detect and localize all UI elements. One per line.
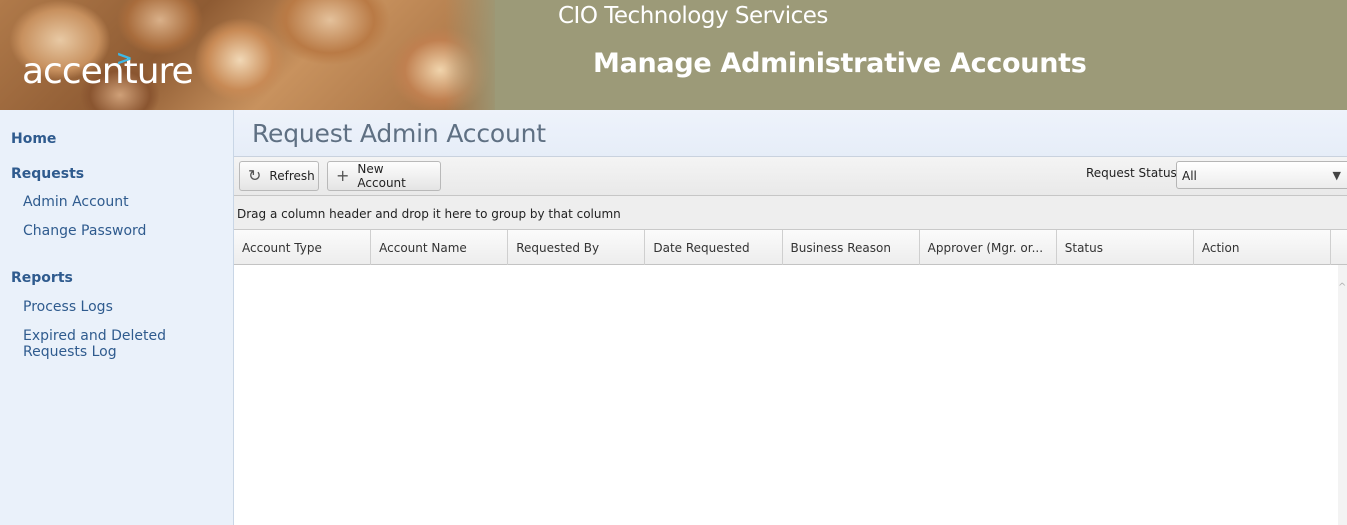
nav-section-requests: Requests (11, 166, 85, 182)
new-account-button[interactable]: + New Account (327, 161, 441, 191)
grid-header: Account Type Account Name Requested By D… (234, 230, 1347, 265)
nav-item-change-password[interactable]: Change Password (23, 223, 223, 239)
nav-home-link[interactable]: Home (11, 131, 56, 147)
refresh-icon: ↻ (248, 166, 262, 185)
grid-body (234, 265, 1338, 525)
new-account-button-label: New Account (357, 162, 406, 190)
group-by-hint: Drag a column header and drop it here to… (237, 207, 621, 221)
header-banner: > accenture CIO Technology Services Mana… (0, 0, 1347, 110)
logo-text: accenture (22, 51, 194, 92)
org-title: CIO Technology Services (558, 3, 828, 29)
column-header-account-type[interactable]: Account Type (234, 230, 372, 265)
request-status-value: All (1182, 169, 1197, 183)
column-header-filler (1331, 230, 1347, 265)
main-content: Request Admin Account ↻ Refresh + New Ac… (234, 110, 1347, 525)
column-header-date-requested[interactable]: Date Requested (645, 230, 783, 265)
vertical-scrollbar[interactable]: ^ (1338, 265, 1347, 525)
page-title: Request Admin Account (252, 119, 546, 148)
toolbar: ↻ Refresh + New Account Request Status: … (234, 157, 1347, 196)
chevron-down-icon: ▼ (1332, 169, 1341, 182)
accenture-logo: > accenture (22, 46, 194, 92)
nav-section-reports: Reports (11, 270, 73, 286)
request-status-select[interactable]: All ▼ (1176, 161, 1347, 189)
title-bar: Request Admin Account (234, 110, 1347, 157)
group-by-drop-area[interactable]: Drag a column header and drop it here to… (234, 196, 1347, 230)
column-header-requested-by[interactable]: Requested By (508, 230, 646, 265)
nav-item-expired-deleted-log[interactable]: Expired and Deleted Requests Log (23, 328, 173, 360)
nav-item-admin-account[interactable]: Admin Account (23, 194, 223, 210)
logo-arrow-icon: > (116, 46, 133, 70)
column-header-action[interactable]: Action (1194, 230, 1331, 265)
column-header-account-name[interactable]: Account Name (371, 230, 509, 265)
nav-item-process-logs[interactable]: Process Logs (23, 299, 223, 315)
column-header-status[interactable]: Status (1057, 230, 1194, 265)
refresh-button-label: Refresh (269, 169, 315, 183)
sidebar-nav: Home Requests Admin Account Change Passw… (0, 110, 234, 525)
scroll-up-icon[interactable]: ^ (1338, 282, 1346, 293)
plus-icon: + (336, 166, 350, 185)
column-header-approver[interactable]: Approver (Mgr. or... (920, 230, 1057, 265)
request-status-label: Request Status: (1086, 166, 1181, 180)
refresh-button[interactable]: ↻ Refresh (239, 161, 319, 191)
column-header-business-reason[interactable]: Business Reason (783, 230, 920, 265)
app-heading: Manage Administrative Accounts (593, 48, 1087, 79)
